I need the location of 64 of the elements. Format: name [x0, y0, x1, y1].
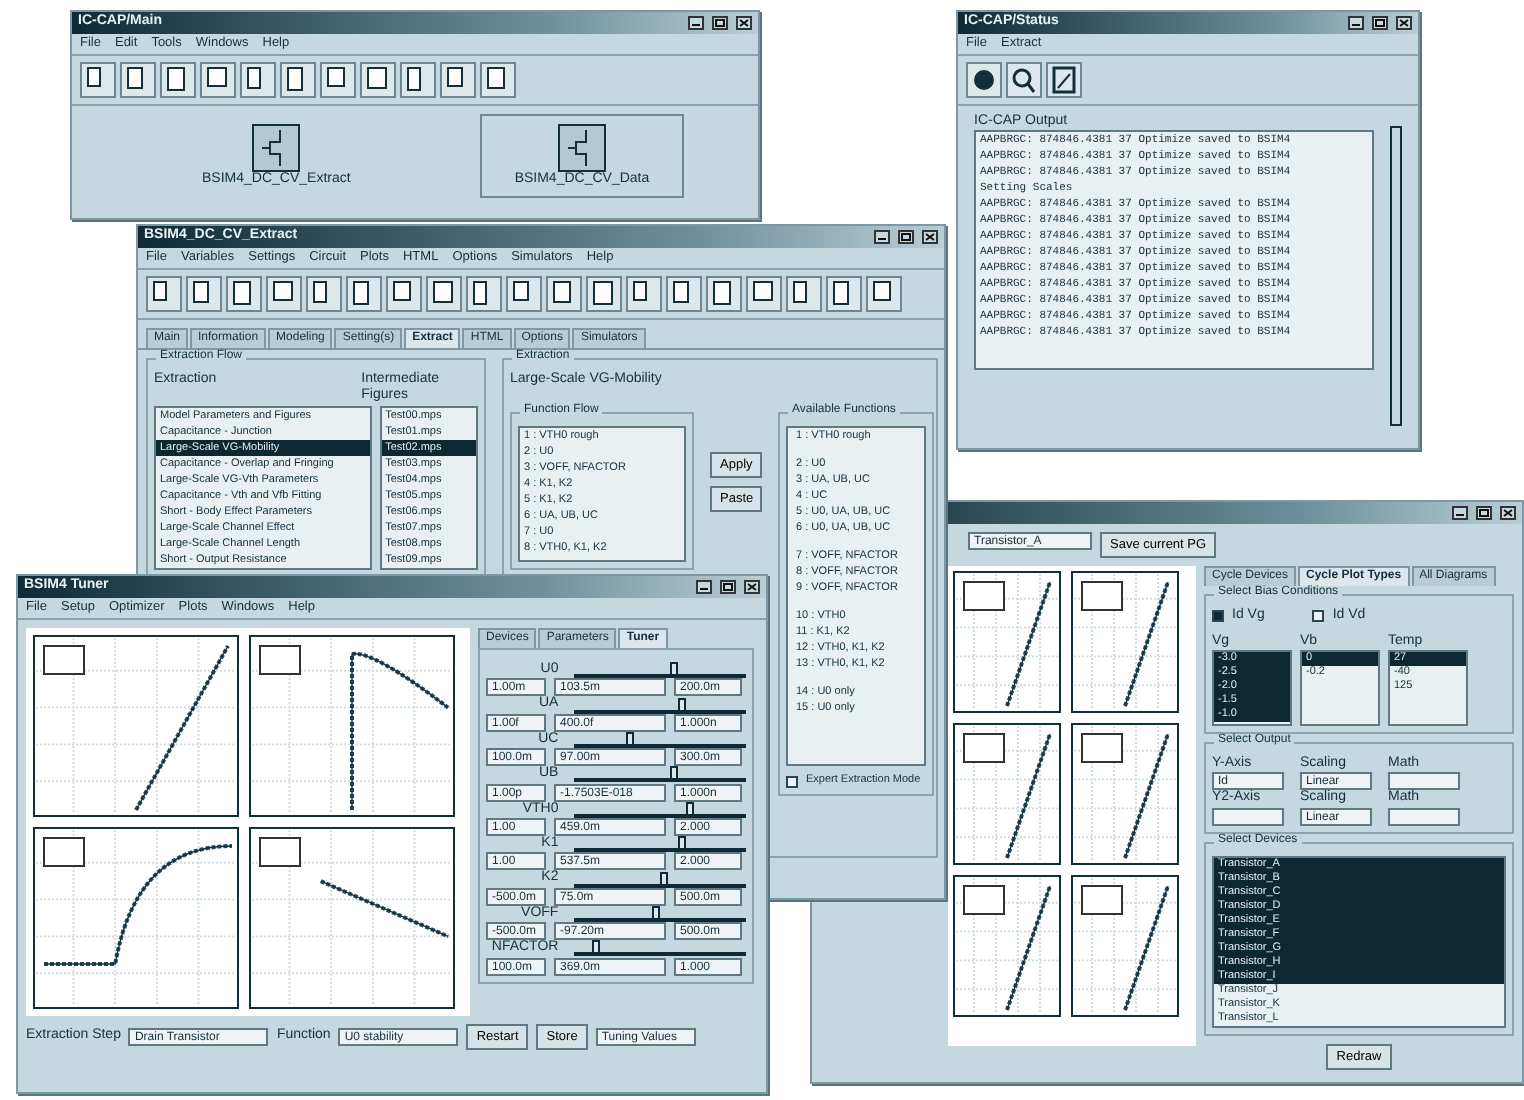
toolbar-icon[interactable]: [120, 61, 156, 98]
slider-thumb[interactable]: [677, 697, 686, 712]
toolbar-icon[interactable]: [866, 275, 902, 312]
circuit-icon: [557, 123, 606, 172]
slider-thumb[interactable]: [651, 905, 660, 920]
toolbar-icon[interactable]: [200, 61, 236, 98]
minimize-icon[interactable]: [874, 230, 890, 244]
close-icon[interactable]: [736, 16, 752, 30]
toolbar-icon[interactable]: [266, 275, 302, 312]
close-icon[interactable]: [744, 580, 760, 594]
toolbar-icon[interactable]: [426, 275, 462, 312]
dropdown-field[interactable]: [1388, 807, 1460, 826]
toolbar-icon[interactable]: [586, 275, 622, 312]
plot-drawing: [1070, 722, 1180, 866]
toolbar-icon[interactable]: [386, 275, 422, 312]
slider-thumb[interactable]: [591, 940, 600, 955]
toolbar-icon[interactable]: [80, 61, 116, 98]
circuit-icon: [252, 123, 301, 172]
toolbar-icon[interactable]: [440, 61, 476, 98]
minimize-icon[interactable]: [688, 16, 704, 30]
toolbar-icon[interactable]: [466, 275, 502, 312]
slider-thumb[interactable]: [660, 871, 669, 886]
close-icon[interactable]: [1500, 506, 1516, 520]
close-icon[interactable]: [1396, 16, 1412, 30]
toolbar-icon[interactable]: [506, 275, 542, 312]
dropdown-field[interactable]: [1388, 772, 1460, 791]
toolbar-icon[interactable]: [280, 61, 316, 98]
toolbar-icon[interactable]: [146, 275, 182, 312]
toolbar-icon[interactable]: [626, 275, 662, 312]
toolbar-icon[interactable]: [746, 275, 782, 312]
record-icon[interactable]: [966, 61, 1002, 98]
dropdown-field[interactable]: [1212, 807, 1284, 826]
toolbar-icon[interactable]: [706, 275, 742, 312]
minimize-icon[interactable]: [1452, 506, 1468, 520]
slider-thumb[interactable]: [669, 662, 678, 677]
toolbar-icon[interactable]: [786, 275, 822, 312]
toolbar-icon[interactable]: [546, 275, 582, 312]
toolbar-icon[interactable]: [360, 61, 396, 98]
close-icon[interactable]: [922, 230, 938, 244]
toolbar-icon[interactable]: [320, 61, 356, 98]
slider-thumb[interactable]: [677, 836, 686, 851]
slider-thumb[interactable]: [686, 801, 695, 816]
toolbar-icon[interactable]: [400, 61, 436, 98]
toolbar-icon[interactable]: [826, 275, 862, 312]
slider-thumb[interactable]: [626, 731, 635, 746]
maximize-icon[interactable]: [712, 16, 728, 30]
maximize-icon[interactable]: [1476, 506, 1492, 520]
toolbar-icon[interactable]: [226, 275, 262, 312]
plot-drawing: [1070, 874, 1180, 1018]
slider-thumb[interactable]: [669, 766, 678, 781]
toolbar-icon[interactable]: [346, 275, 382, 312]
toolbar-icon[interactable]: [186, 275, 222, 312]
toolbar-icon[interactable]: [480, 61, 516, 98]
search-icon[interactable]: [1006, 61, 1042, 98]
maximize-icon[interactable]: [898, 230, 914, 244]
toolbar-icon[interactable]: [666, 275, 702, 312]
toolbar-icon[interactable]: [306, 275, 342, 312]
minimize-icon[interactable]: [1348, 16, 1364, 30]
document-icon[interactable]: [1046, 61, 1082, 98]
toolbar-icon[interactable]: [160, 61, 196, 98]
maximize-icon[interactable]: [720, 580, 736, 594]
maximize-icon[interactable]: [1372, 16, 1388, 30]
minimize-icon[interactable]: [696, 580, 712, 594]
toolbar-icon[interactable]: [240, 61, 276, 98]
